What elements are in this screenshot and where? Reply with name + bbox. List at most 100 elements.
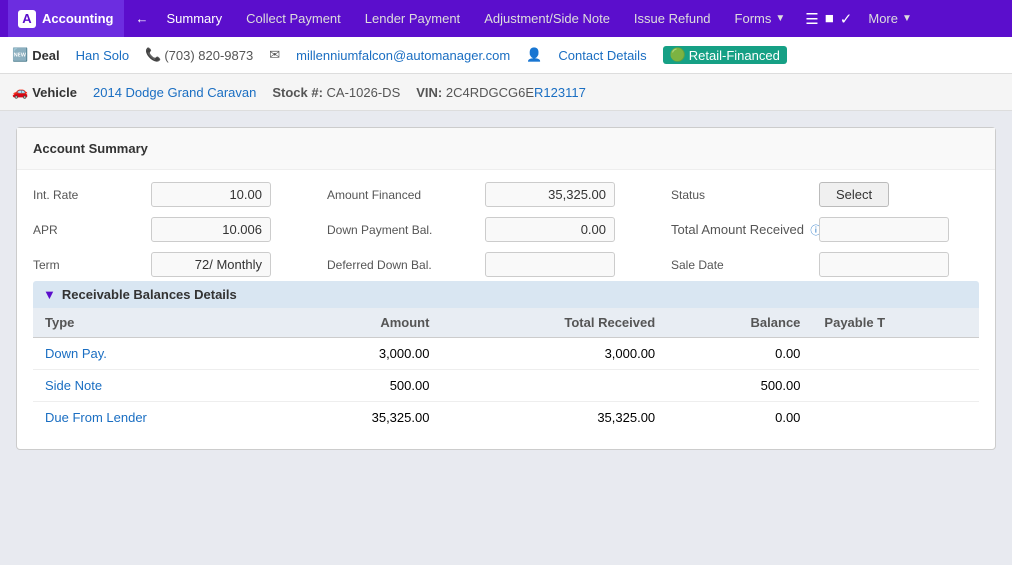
tab-summary[interactable]: Summary (155, 0, 235, 37)
deferred-down-field: Deferred Down Bal. (327, 252, 615, 277)
email-address[interactable]: millenniumfalcon@automanager.com (296, 48, 510, 63)
receivable-table-body: Down Pay. 3,000.00 3,000.00 0.00 Side No… (33, 338, 979, 434)
term-input[interactable] (151, 252, 271, 277)
grid-icon[interactable]: ■ (825, 10, 834, 27)
row-payable-lender (812, 402, 979, 434)
receivable-table: Type Amount Total Received Balance Payab… (33, 308, 979, 433)
card-header: Account Summary (17, 128, 995, 170)
row-balance-down-pay: 0.00 (667, 338, 812, 370)
card-title: Account Summary (33, 141, 148, 156)
sale-date-input[interactable] (819, 252, 949, 277)
row-payable-down-pay (812, 338, 979, 370)
app-title: A Accounting (8, 0, 124, 37)
deferred-down-input[interactable] (485, 252, 615, 277)
row-balance-side-note: 500.00 (667, 370, 812, 402)
amount-financed-input[interactable] (485, 182, 615, 207)
vehicle-name[interactable]: 2014 Dodge Grand Caravan (93, 85, 256, 100)
int-rate-input[interactable] (151, 182, 271, 207)
main-content: Account Summary Int. Rate APR Term (0, 111, 1012, 466)
phone-number: 📞 (703) 820-9873 (145, 47, 253, 63)
col-total-received: Total Received (441, 308, 667, 338)
deal-label: Deal (32, 48, 59, 63)
app-icon: A (18, 10, 36, 28)
row-type-due-from-lender[interactable]: Due From Lender (45, 410, 147, 425)
vehicle-row: 🚗 Vehicle 2014 Dodge Grand Caravan Stock… (0, 74, 1012, 111)
row-total-down-pay: 3,000.00 (441, 338, 667, 370)
back-button[interactable]: ← (130, 0, 155, 37)
vehicle-label: Vehicle (32, 85, 77, 100)
receivable-section: ▼ Receivable Balances Details Type Amoun… (17, 281, 995, 433)
retail-badge: 🟢 Retail-Financed (663, 46, 787, 64)
person-icon: 👤 (526, 47, 542, 63)
tab-forms[interactable]: Forms ▼ (723, 0, 798, 37)
fields-area: Int. Rate APR Term Amount Financed (17, 170, 995, 281)
amount-financed-field: Amount Financed (327, 182, 615, 207)
term-field: Term (33, 252, 271, 277)
email-icon: ✉ (269, 47, 280, 63)
int-rate-field: Int. Rate (33, 182, 271, 207)
apr-field: APR (33, 217, 271, 242)
vin-prefix: 2C4RDGCG6E (446, 85, 534, 100)
chevron-down-icon: ▼ (43, 287, 56, 302)
phone-icon: 📞 (145, 47, 161, 63)
col-balance: Balance (667, 308, 812, 338)
vin-suffix: R123117 (534, 85, 586, 100)
more-arrow-icon: ▼ (902, 13, 912, 24)
apr-input[interactable] (151, 217, 271, 242)
stock-label: Stock #: CA-1026-DS (272, 85, 400, 100)
receivable-header[interactable]: ▼ Receivable Balances Details (33, 281, 979, 308)
vehicle-icon: 🚗 (12, 84, 28, 100)
row-balance-lender: 0.00 (667, 402, 812, 434)
status-select-button[interactable]: Select (819, 182, 889, 207)
top-nav: A Accounting ← Summary Collect Payment L… (0, 0, 1012, 37)
tab-collect-payment[interactable]: Collect Payment (234, 0, 353, 37)
forms-arrow-icon: ▼ (775, 13, 785, 24)
col-type: Type (33, 308, 281, 338)
receivable-table-header: Type Amount Total Received Balance Payab… (33, 308, 979, 338)
customer-name[interactable]: Han Solo (76, 48, 129, 63)
total-amount-field: Total Amount Received ⓘ (671, 217, 949, 242)
down-payment-input[interactable] (485, 217, 615, 242)
tab-adjustment[interactable]: Adjustment/Side Note (472, 0, 622, 37)
row-type-side-note[interactable]: Side Note (45, 378, 102, 393)
row-total-lender: 35,325.00 (441, 402, 667, 434)
vin-label: VIN: 2C4RDGCG6ER123117 (416, 85, 586, 100)
receivable-title: Receivable Balances Details (62, 287, 237, 302)
row-total-side-note (441, 370, 667, 402)
check-icon[interactable]: ✓ (840, 10, 853, 28)
col-payable-to: Payable T (812, 308, 979, 338)
deal-row: 🆕 Deal Han Solo 📞 (703) 820-9873 ✉ mille… (0, 37, 1012, 74)
term-label: Term (33, 258, 143, 272)
row-amount-side-note: 500.00 (281, 370, 442, 402)
table-row: Down Pay. 3,000.00 3,000.00 0.00 (33, 338, 979, 370)
total-amount-input[interactable] (819, 217, 949, 242)
col-right: Status Select Total Amount Received ⓘ Sa… (671, 182, 949, 277)
sale-date-label: Sale Date (671, 258, 811, 272)
vehicle-tag: 🚗 Vehicle (12, 84, 77, 100)
table-row: Due From Lender 35,325.00 35,325.00 0.00 (33, 402, 979, 434)
amount-financed-label: Amount Financed (327, 188, 477, 202)
tab-more[interactable]: More ▼ (856, 0, 924, 37)
col-mid: Amount Financed Down Payment Bal. Deferr… (327, 182, 615, 277)
row-amount-down-pay: 3,000.00 (281, 338, 442, 370)
nav-tabs: Summary Collect Payment Lender Payment A… (155, 0, 924, 37)
tab-issue-refund[interactable]: Issue Refund (622, 0, 723, 37)
table-row: Side Note 500.00 500.00 (33, 370, 979, 402)
icon-group: ☰ ■ ✓ (797, 10, 852, 28)
status-label: Status (671, 188, 811, 202)
down-payment-label: Down Payment Bal. (327, 223, 477, 237)
row-amount-lender: 35,325.00 (281, 402, 442, 434)
col-amount: Amount (281, 308, 442, 338)
status-field: Status Select (671, 182, 949, 207)
list-icon[interactable]: ☰ (805, 10, 818, 28)
apr-label: APR (33, 223, 143, 237)
deferred-down-label: Deferred Down Bal. (327, 258, 477, 272)
int-rate-label: Int. Rate (33, 188, 143, 202)
tab-lender-payment[interactable]: Lender Payment (353, 0, 472, 37)
col-left: Int. Rate APR Term (33, 182, 271, 277)
deal-tag: 🆕 Deal (12, 47, 60, 63)
contact-details-link[interactable]: Contact Details (558, 48, 646, 63)
row-type-down-pay[interactable]: Down Pay. (45, 346, 107, 361)
app-title-text: Accounting (42, 11, 114, 26)
retail-icon: 🟢 (670, 47, 686, 63)
